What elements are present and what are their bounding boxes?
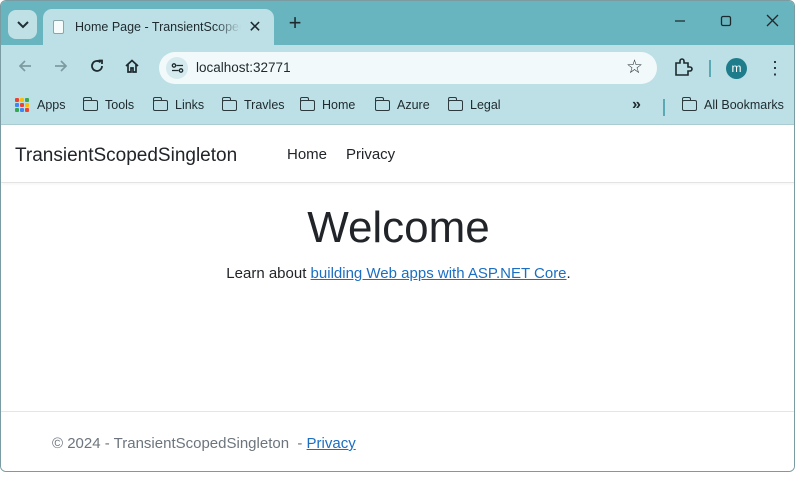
toolbar-divider (709, 60, 711, 77)
bookmark-tools[interactable]: Tools (82, 96, 135, 112)
nav-privacy-link[interactable]: Privacy (346, 146, 395, 163)
bookmark-travles[interactable]: Travles (221, 96, 285, 112)
back-icon[interactable] (13, 57, 37, 79)
bookmark-label: Links (175, 98, 205, 112)
bookmark-label: Legal (470, 98, 501, 112)
copyright-text: © 2024 - TransientScopedSingleton (52, 435, 290, 452)
bookmark-label: Azure (397, 98, 430, 112)
address-bar[interactable]: localhost:32771 ☆ (159, 52, 657, 84)
home-icon[interactable] (120, 57, 144, 79)
tab-search-icon[interactable] (8, 10, 37, 39)
learn-text: Learn about building Web apps with ASP.N… (1, 265, 794, 282)
bookmark-links[interactable]: Links (152, 96, 205, 112)
tab-strip: Home Page - TransientScopedSingleton ✕ + (1, 1, 794, 45)
app-navbar: TransientScopedSingleton Home Privacy (1, 125, 794, 183)
bookmark-label: Home (322, 98, 356, 112)
site-info-icon[interactable] (166, 57, 188, 79)
star-icon[interactable]: ☆ (626, 56, 643, 79)
tab-active[interactable]: Home Page - TransientScopedSingleton ✕ (43, 9, 274, 45)
chevron-double-right-icon[interactable]: » (632, 96, 641, 114)
nav-home-link[interactable]: Home (287, 146, 327, 163)
page-icon (53, 20, 64, 34)
extensions-icon[interactable] (673, 57, 693, 77)
aspnet-docs-link[interactable]: building Web apps with ASP.NET Core (311, 265, 567, 282)
close-icon[interactable]: ✕ (247, 17, 263, 37)
url-text[interactable]: localhost:32771 (196, 60, 291, 75)
forward-icon[interactable] (49, 57, 73, 79)
bookmark-legal[interactable]: Legal (447, 96, 501, 112)
page-title: Welcome (307, 203, 490, 252)
maximize-icon[interactable] (715, 12, 737, 34)
browser-toolbar: localhost:32771 ☆ m ⋮ (1, 45, 794, 91)
footer-privacy-link[interactable]: Privacy (307, 435, 356, 452)
brand-link[interactable]: TransientScopedSingleton (15, 145, 237, 167)
bookmarks-divider (663, 99, 665, 116)
folder-icon (681, 96, 697, 111)
bookmark-azure[interactable]: Azure (374, 96, 430, 112)
more-icon[interactable]: ⋮ (766, 57, 784, 79)
bookmark-apps[interactable]: Apps (15, 98, 66, 112)
footer-separator: - (289, 435, 307, 452)
all-bookmarks[interactable]: All Bookmarks (681, 96, 784, 112)
bookmark-label: Apps (37, 98, 66, 112)
all-bookmarks-label: All Bookmarks (704, 98, 784, 112)
folder-icon (152, 96, 168, 111)
folder-icon (221, 96, 237, 111)
bookmark-label: Tools (105, 98, 135, 112)
folder-icon (374, 96, 390, 111)
minimize-icon[interactable] (669, 12, 691, 34)
bookmark-label: Travles (244, 98, 285, 112)
page-content: TransientScopedSingleton Home Privacy We… (1, 125, 794, 471)
tab-title: Home Page - TransientScopedSingleton (75, 20, 241, 34)
reload-icon[interactable] (85, 57, 109, 79)
folder-icon (447, 96, 463, 111)
footer: © 2024 - TransientScopedSingleton - Priv… (1, 411, 794, 471)
avatar[interactable]: m (726, 58, 747, 79)
close-window-icon[interactable] (761, 12, 783, 34)
learn-suffix: . (566, 265, 571, 282)
learn-prefix: Learn about (226, 265, 311, 282)
bookmarks-bar: Apps Tools Links Travles Home Azure Lega… (1, 91, 794, 125)
folder-icon (82, 96, 98, 111)
folder-icon (299, 96, 315, 111)
bookmark-home[interactable]: Home (299, 96, 356, 112)
plus-icon[interactable]: + (284, 12, 306, 34)
footer-text: © 2024 - TransientScopedSingleton - Priv… (52, 435, 356, 452)
apps-icon (15, 98, 29, 112)
browser-window: Home Page - TransientScopedSingleton ✕ + (0, 0, 795, 472)
